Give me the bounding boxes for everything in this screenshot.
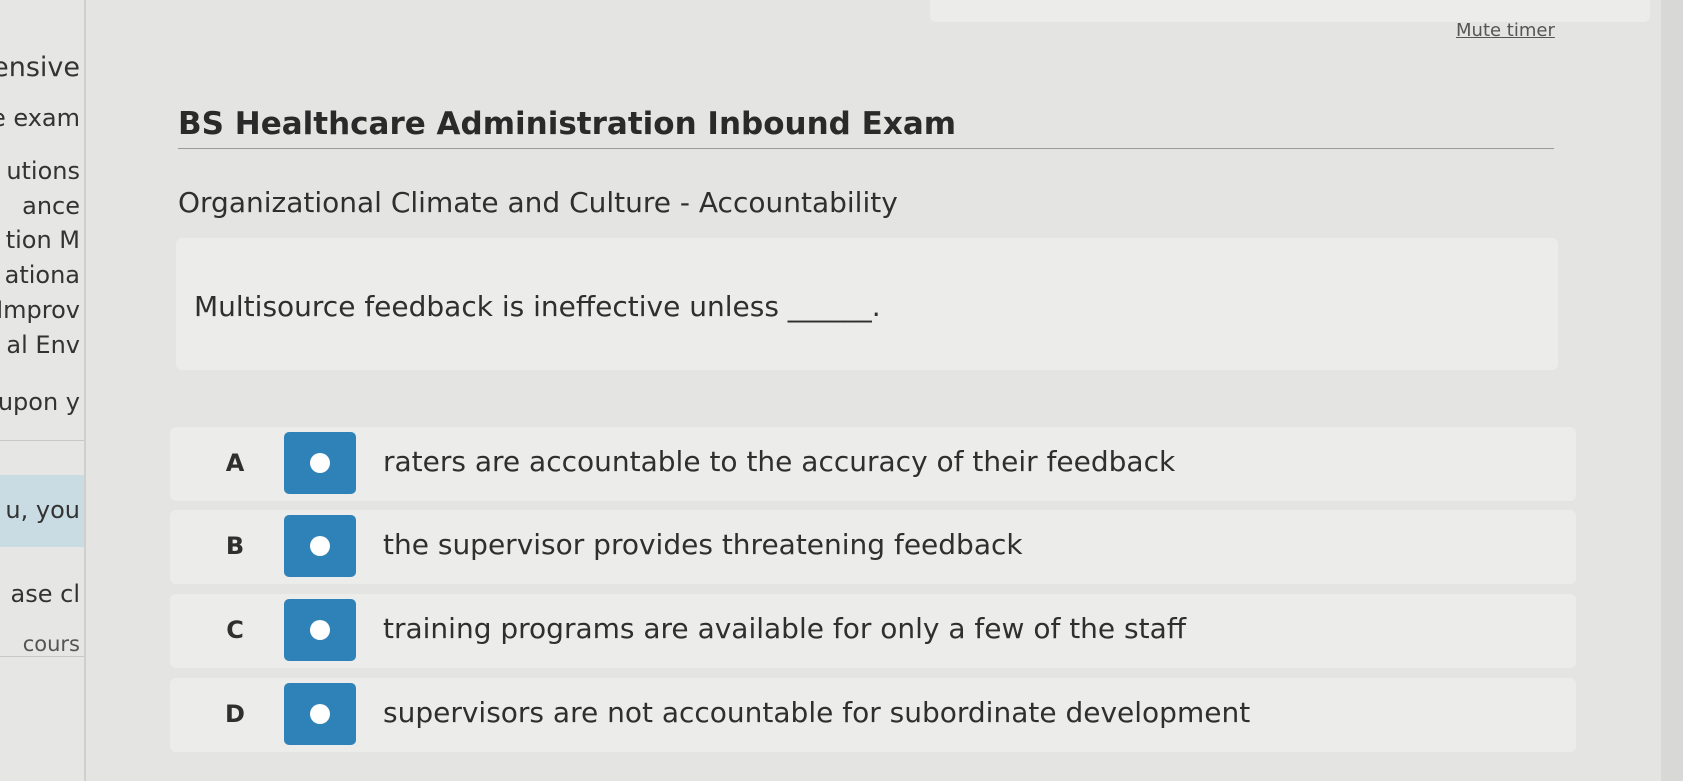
answer-option-a[interactable]: A raters are accountable to the accuracy… — [170, 427, 1576, 501]
sidebar-text: upon y — [0, 388, 80, 416]
exam-title: BS Healthcare Administration Inbound Exa… — [178, 106, 957, 142]
question-card: Multisource feedback is ineffective unle… — [176, 238, 1558, 370]
answer-option-b[interactable]: B the supervisor provides threatening fe… — [170, 510, 1576, 584]
answer-letter: A — [225, 449, 245, 477]
sidebar-text[interactable]: Improv — [0, 296, 80, 324]
sidebar-text: ensive — [0, 52, 80, 83]
answer-text: raters are accountable to the accuracy o… — [383, 445, 1176, 478]
sidebar-text[interactable]: utions — [6, 157, 80, 185]
sidebar-text: cours — [22, 632, 80, 656]
answer-text: training programs are available for only… — [383, 612, 1187, 645]
answer-text: supervisors are not accountable for subo… — [383, 696, 1251, 729]
answer-letter: C — [226, 616, 244, 644]
timer-bar — [930, 0, 1650, 22]
sidebar-text[interactable]: ationa — [5, 261, 80, 289]
answer-option-c[interactable]: C training programs are available for on… — [170, 594, 1576, 668]
sidebar-divider — [0, 440, 84, 441]
title-divider — [178, 148, 1554, 149]
answer-radio-button[interactable] — [284, 515, 356, 577]
answer-radio-button[interactable] — [284, 683, 356, 745]
sidebar-text: ase cl — [10, 580, 80, 608]
radio-dot-icon — [310, 704, 330, 724]
answer-radio-button[interactable] — [284, 599, 356, 661]
scrollbar[interactable] — [1661, 0, 1683, 781]
radio-dot-icon — [310, 620, 330, 640]
sidebar-text[interactable]: tion M — [6, 226, 80, 254]
exam-page: Mute timer ensive e exam utions ance tio… — [0, 0, 1683, 781]
sidebar-text[interactable]: al Env — [6, 331, 80, 359]
sidebar-text[interactable]: ance — [22, 192, 80, 220]
section-title: Organizational Climate and Culture - Acc… — [178, 186, 898, 219]
mute-timer-link[interactable]: Mute timer — [1456, 20, 1555, 41]
answer-letter: B — [225, 532, 245, 560]
course-sidebar: ensive e exam utions ance tion M ationa … — [0, 0, 86, 781]
sidebar-text[interactable]: u, you — [5, 496, 80, 524]
radio-dot-icon — [310, 453, 330, 473]
radio-dot-icon — [310, 536, 330, 556]
sidebar-divider — [0, 656, 84, 657]
answer-option-d[interactable]: D supervisors are not accountable for su… — [170, 678, 1576, 752]
answer-text: the supervisor provides threatening feed… — [383, 528, 1023, 561]
answer-letter: D — [225, 700, 245, 728]
sidebar-text[interactable]: e exam — [0, 104, 80, 132]
question-text: Multisource feedback is ineffective unle… — [194, 290, 881, 323]
answer-radio-button[interactable] — [284, 432, 356, 494]
